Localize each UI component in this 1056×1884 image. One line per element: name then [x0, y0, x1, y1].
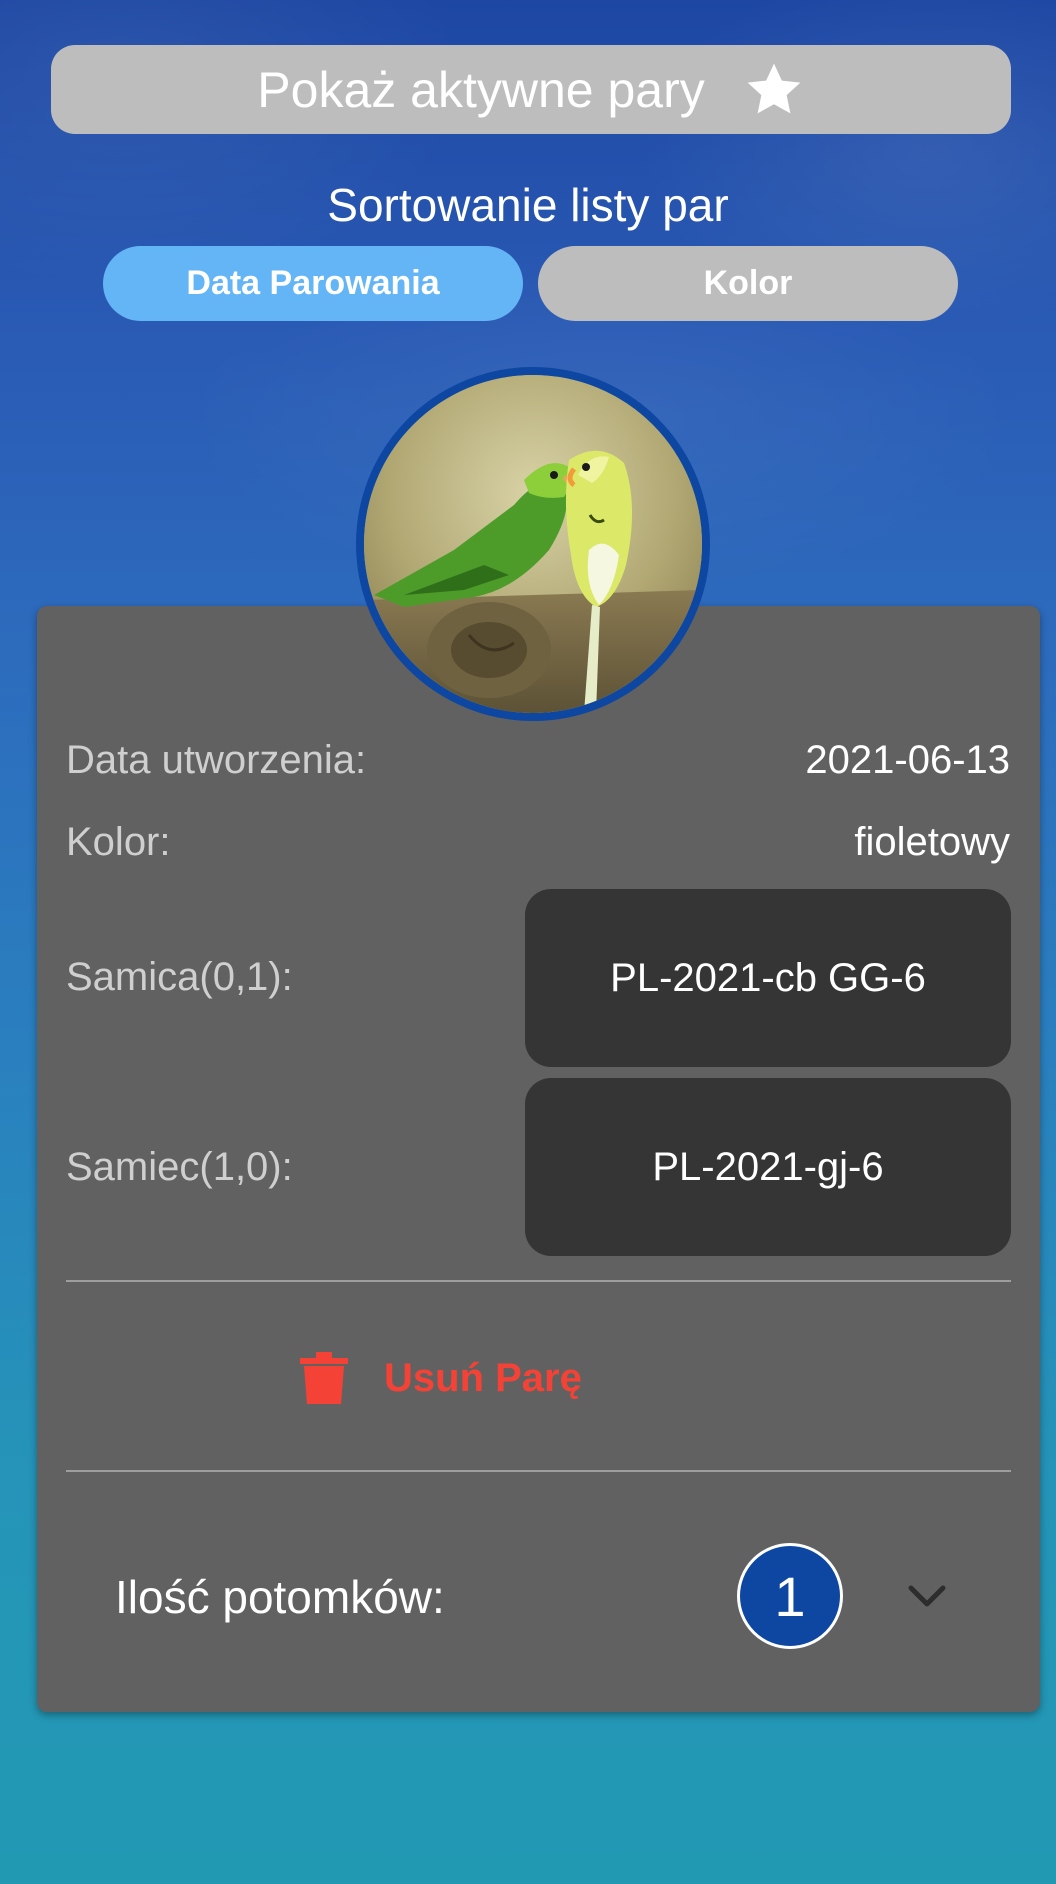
- show-active-pairs-label: Pokaż aktywne pary: [257, 61, 705, 118]
- male-label: Samiec(1,0):: [66, 1145, 293, 1189]
- sort-by-date-button[interactable]: Data Parowania: [103, 246, 523, 321]
- pair-photo[interactable]: [356, 367, 710, 721]
- female-label: Samica(0,1):: [66, 955, 293, 999]
- offspring-label: Ilość potomków:: [115, 1571, 445, 1623]
- offspring-count-badge: 1: [737, 1543, 843, 1649]
- female-ring-button[interactable]: PL-2021-cb GG-6: [525, 889, 1011, 1067]
- chevron-down-icon[interactable]: [905, 1580, 949, 1614]
- color-label: Kolor:: [66, 820, 171, 864]
- trash-icon: [300, 1352, 348, 1404]
- star-icon: [747, 63, 801, 113]
- divider: [66, 1470, 1011, 1472]
- created-date-label: Data utworzenia:: [66, 738, 367, 782]
- sort-title: Sortowanie listy par: [327, 179, 729, 231]
- sort-by-color-button[interactable]: Kolor: [538, 246, 958, 321]
- color-value: fioletowy: [854, 820, 1010, 864]
- delete-pair-button[interactable]: Usuń Parę: [300, 1346, 582, 1410]
- show-active-pairs-button[interactable]: Pokaż aktywne pary: [51, 45, 1011, 134]
- divider: [66, 1280, 1011, 1282]
- male-ring-button[interactable]: PL-2021-gj-6: [525, 1078, 1011, 1256]
- delete-pair-label: Usuń Parę: [384, 1355, 582, 1400]
- created-date-value: 2021-06-13: [805, 738, 1010, 782]
- budgie-pair-image: [364, 375, 702, 713]
